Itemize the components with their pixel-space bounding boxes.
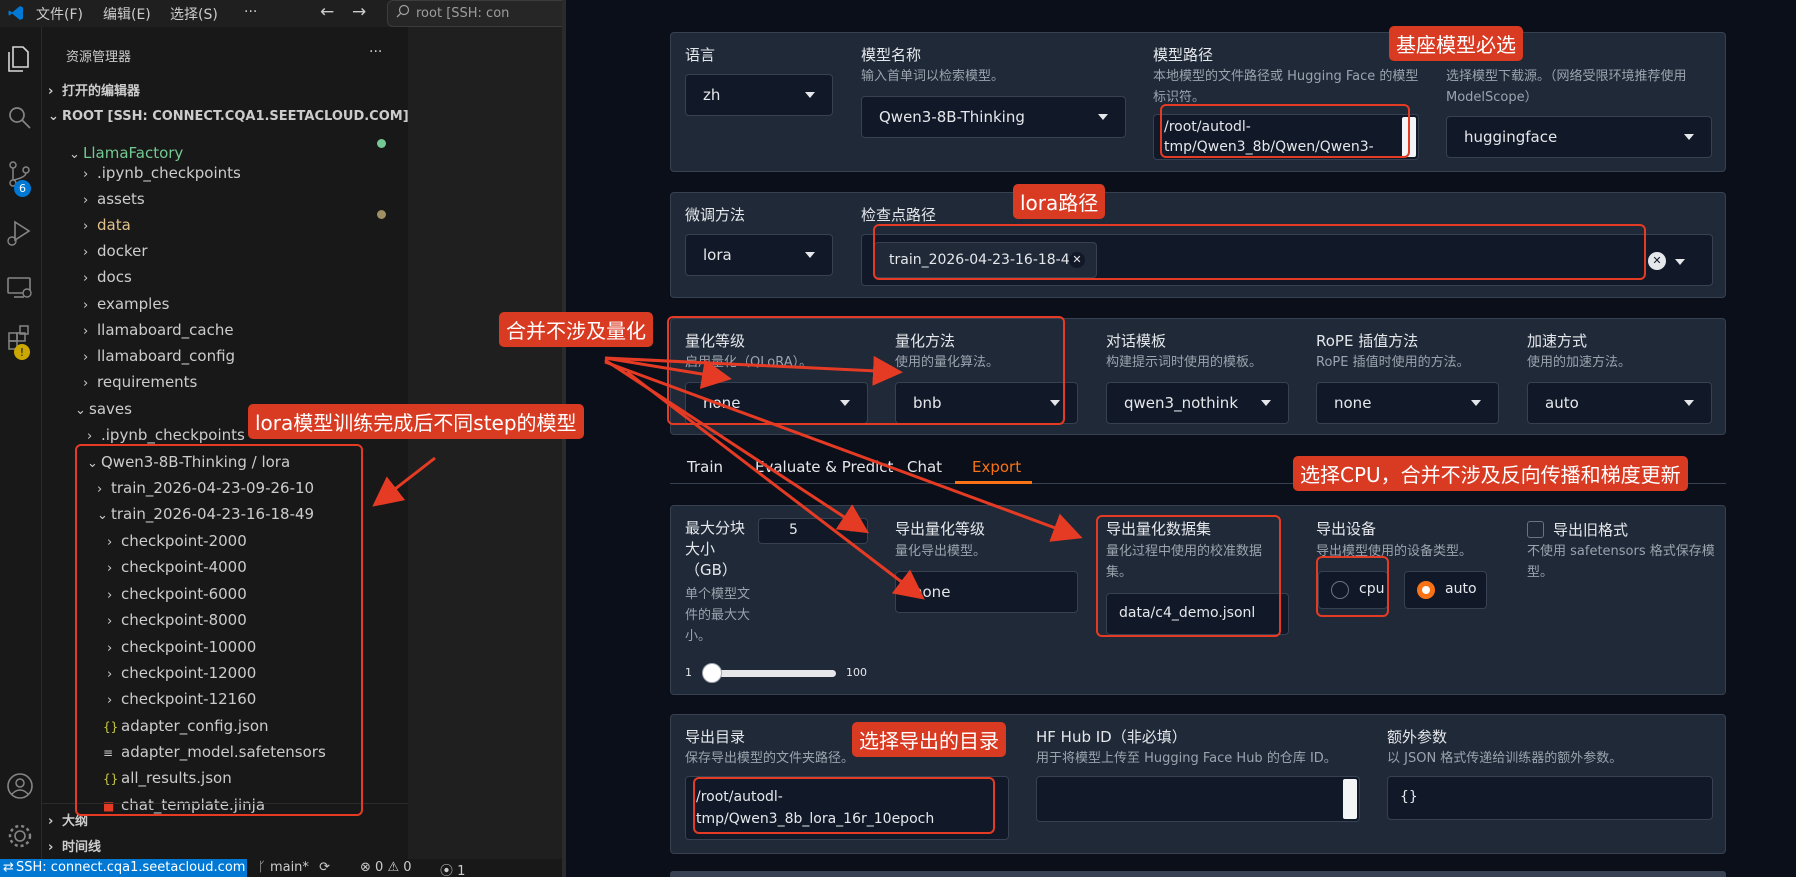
arrow-to-export-dataset [604,360,1083,542]
arrow-to-train-folder [372,456,436,507]
arrow-to-export-quant-value [626,370,925,600]
annotation-arrows [372,355,1083,600]
